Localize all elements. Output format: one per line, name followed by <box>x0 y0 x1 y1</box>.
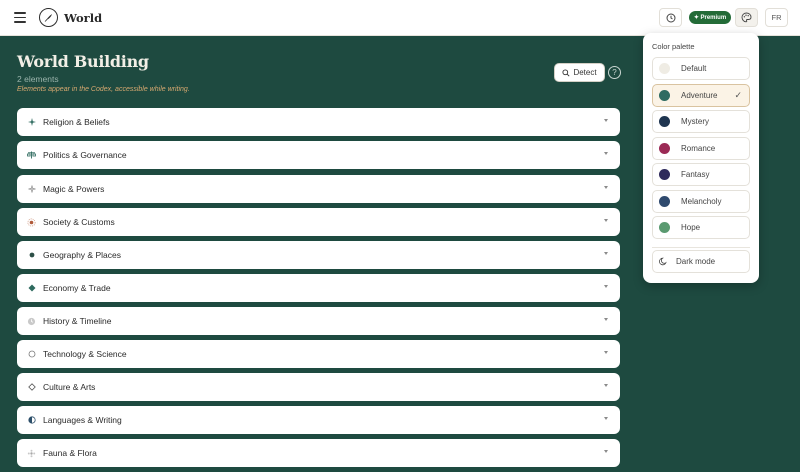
menu-icon[interactable] <box>14 12 26 23</box>
flower-icon <box>27 449 36 458</box>
chevron-down-icon <box>604 252 608 255</box>
search-icon <box>562 68 570 77</box>
chevron-down-icon <box>604 318 608 321</box>
category-label: Magic & Powers <box>43 184 105 194</box>
detect-label: Detect <box>573 68 597 77</box>
category-society[interactable]: Society & Customs <box>17 208 620 236</box>
top-bar: World ✦ Premium FR <box>0 0 800 36</box>
palette-option-label: Hope <box>681 223 701 232</box>
category-technology[interactable]: Technology & Science <box>17 340 620 368</box>
history-button[interactable] <box>659 8 682 27</box>
check-icon: ✓ <box>734 90 742 100</box>
sun-icon <box>27 218 36 227</box>
chevron-down-icon <box>604 285 608 288</box>
palette-option-default[interactable]: Default <box>652 57 750 80</box>
dark-mode-label: Dark mode <box>676 257 716 266</box>
category-magic[interactable]: Magic & Powers <box>17 175 620 203</box>
moon-icon <box>659 257 668 266</box>
dot-icon <box>27 251 36 260</box>
palette-option-romance[interactable]: Romance <box>652 137 750 160</box>
category-label: Economy & Trade <box>43 283 111 293</box>
half-circle-icon <box>27 416 36 425</box>
color-swatch <box>659 222 670 233</box>
category-label: Politics & Governance <box>43 150 127 160</box>
category-label: Geography & Places <box>43 250 121 260</box>
dark-mode-toggle[interactable]: Dark mode <box>652 250 750 273</box>
category-religion[interactable]: Religion & Beliefs <box>17 108 620 136</box>
category-geography[interactable]: Geography & Places <box>17 241 620 269</box>
category-fauna[interactable]: Fauna & Flora <box>17 439 620 467</box>
category-label: Culture & Arts <box>43 382 96 392</box>
chevron-down-icon <box>604 450 608 453</box>
clock-icon <box>27 317 36 326</box>
palette-button[interactable] <box>735 8 758 27</box>
color-swatch <box>659 116 670 127</box>
palette-option-mystery[interactable]: Mystery <box>652 110 750 133</box>
clock-icon <box>666 13 675 22</box>
help-button[interactable]: ? <box>608 66 621 79</box>
category-label: Society & Customs <box>43 217 115 227</box>
premium-button[interactable]: ✦ Premium <box>689 11 731 24</box>
language-button[interactable]: FR <box>765 8 788 27</box>
circle-icon <box>27 350 36 359</box>
palette-option-fantasy[interactable]: Fantasy <box>652 163 750 186</box>
chevron-down-icon <box>604 417 608 420</box>
chevron-down-icon <box>604 152 608 155</box>
palette-option-hope[interactable]: Hope <box>652 216 750 239</box>
color-swatch <box>659 143 670 154</box>
element-count: 2 elements <box>17 74 59 84</box>
color-swatch <box>659 196 670 207</box>
category-label: Languages & Writing <box>43 415 122 425</box>
palette-icon <box>741 12 752 23</box>
category-label: Fauna & Flora <box>43 448 97 458</box>
chevron-down-icon <box>604 351 608 354</box>
palette-option-label: Default <box>681 64 707 73</box>
palette-option-label: Romance <box>681 144 716 153</box>
magic-sparkle-icon <box>27 185 36 194</box>
color-swatch <box>659 90 670 101</box>
color-palette-dropdown: Color palette Default Adventure ✓ Myster… <box>643 33 759 283</box>
chevron-down-icon <box>604 219 608 222</box>
diamond-icon <box>27 284 36 293</box>
diamond-outline-icon <box>27 383 36 392</box>
palette-option-label: Fantasy <box>681 170 710 179</box>
category-economy[interactable]: Economy & Trade <box>17 274 620 302</box>
chevron-down-icon <box>604 186 608 189</box>
chevron-down-icon <box>604 119 608 122</box>
category-culture[interactable]: Culture & Arts <box>17 373 620 401</box>
category-label: Technology & Science <box>43 349 127 359</box>
page-title: World Building <box>17 52 149 71</box>
palette-option-melancholy[interactable]: Melancholy <box>652 190 750 213</box>
color-swatch <box>659 63 670 74</box>
color-swatch <box>659 169 670 180</box>
palette-option-label: Melancholy <box>681 197 722 206</box>
codex-hint: Elements appear in the Codex, accessible… <box>17 86 190 93</box>
palette-option-label: Mystery <box>681 117 709 126</box>
app-title: World <box>64 11 103 25</box>
category-label: History & Timeline <box>43 316 112 326</box>
panel-divider <box>652 247 750 248</box>
chevron-down-icon <box>604 384 608 387</box>
category-history[interactable]: History & Timeline <box>17 307 620 335</box>
category-label: Religion & Beliefs <box>43 117 110 127</box>
palette-heading: Color palette <box>652 42 695 51</box>
category-languages[interactable]: Languages & Writing <box>17 406 620 434</box>
palette-option-label: Adventure <box>681 91 718 100</box>
quill-logo-icon <box>39 8 58 27</box>
scales-icon <box>27 151 36 160</box>
category-politics[interactable]: Politics & Governance <box>17 141 620 169</box>
detect-button[interactable]: Detect <box>554 63 605 82</box>
sparkle-icon <box>27 118 36 127</box>
palette-option-adventure[interactable]: Adventure ✓ <box>652 84 750 107</box>
